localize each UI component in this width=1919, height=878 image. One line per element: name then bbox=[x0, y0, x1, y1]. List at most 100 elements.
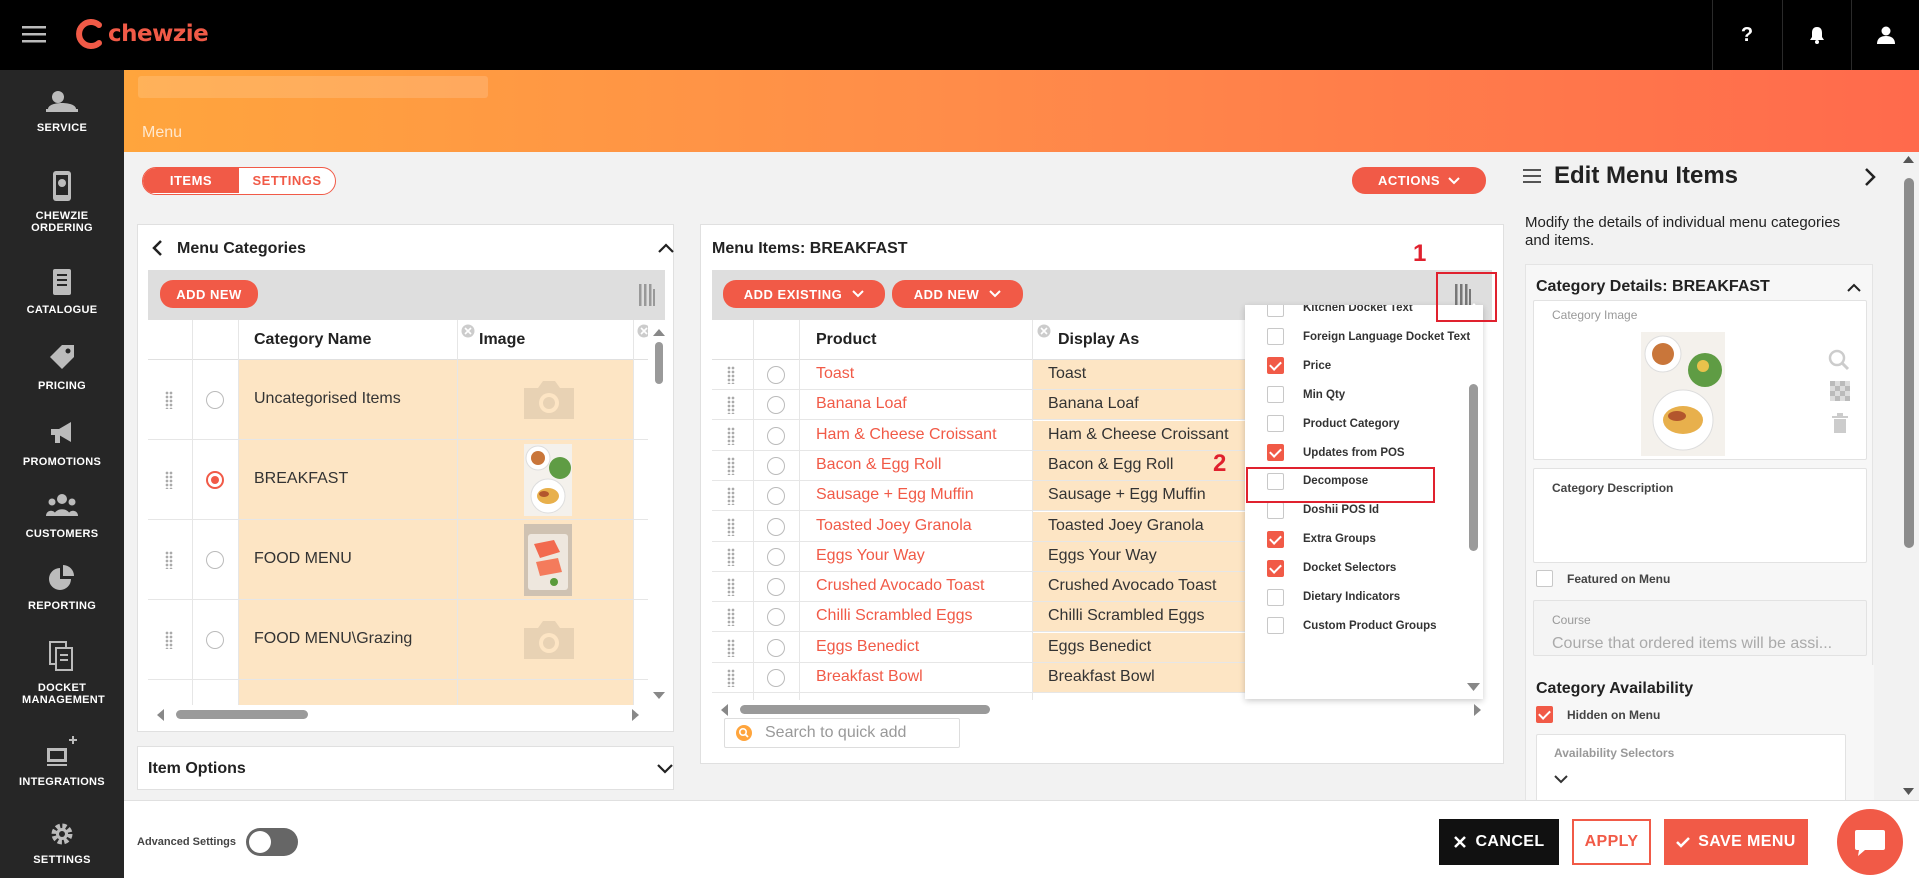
chevron-down-icon[interactable] bbox=[1554, 775, 1568, 784]
add-category-button[interactable]: ADD NEW bbox=[160, 280, 258, 308]
availability-selectors-field[interactable]: Availability Selectors bbox=[1536, 734, 1846, 800]
product-name[interactable]: Bacon & Egg Roll bbox=[816, 456, 941, 474]
column-option[interactable]: Extra Groups bbox=[1267, 524, 1376, 554]
nav-item-docket-management[interactable]: DOCKET MANAGEMENT bbox=[0, 640, 124, 706]
column-option[interactable]: Min Qty bbox=[1267, 380, 1345, 410]
drag-handle-icon[interactable] bbox=[727, 456, 735, 475]
row-radio[interactable] bbox=[767, 669, 785, 687]
menu-items-horizontal-scrollbar[interactable] bbox=[712, 700, 1492, 718]
row-radio[interactable] bbox=[206, 551, 224, 569]
nav-item-pricing[interactable]: PRICING bbox=[0, 342, 124, 392]
column-option[interactable]: Custom Product Groups bbox=[1267, 611, 1437, 641]
item-options-panel[interactable]: Item Options bbox=[137, 746, 674, 790]
table-row[interactable]: Chilli Scrambled Eggs Chilli Scrambled Eg… bbox=[712, 602, 1260, 633]
drag-handle-icon[interactable] bbox=[165, 471, 173, 489]
scroll-right-icon[interactable] bbox=[1474, 704, 1482, 716]
column-chooser-icon[interactable] bbox=[638, 283, 656, 307]
row-radio[interactable] bbox=[206, 391, 224, 409]
tab-items[interactable]: ITEMS bbox=[143, 168, 239, 193]
scroll-up-icon[interactable] bbox=[653, 328, 665, 336]
dropdown-scrollbar-thumb[interactable] bbox=[1469, 384, 1478, 551]
row-radio[interactable] bbox=[767, 396, 785, 415]
column-option-checkbox[interactable] bbox=[1267, 386, 1284, 404]
product-name[interactable]: Banana Loaf bbox=[816, 395, 907, 413]
table-row[interactable]: Crushed Avocado Toast Crushed Avocado Toa… bbox=[712, 572, 1260, 603]
nav-item-integrations[interactable]: INTEGRATIONS bbox=[0, 736, 124, 788]
column-option-checkbox[interactable] bbox=[1267, 357, 1284, 375]
scroll-down-icon[interactable] bbox=[653, 692, 665, 700]
column-option[interactable]: Price bbox=[1267, 351, 1331, 381]
table-row[interactable]: Uncategorised Items bbox=[148, 360, 648, 440]
row-radio[interactable] bbox=[767, 366, 785, 384]
table-row[interactable]: Eggs Benedict Eggs Benedict bbox=[712, 632, 1260, 663]
chat-button[interactable] bbox=[1837, 809, 1903, 875]
column-header-display-as[interactable]: Display As bbox=[1058, 331, 1139, 349]
drag-handle-icon[interactable] bbox=[727, 517, 735, 536]
tab-settings[interactable]: SETTINGS bbox=[239, 168, 335, 193]
drag-handle-icon[interactable] bbox=[165, 391, 173, 409]
nav-item-service[interactable]: SERVICE bbox=[0, 88, 124, 134]
column-option-checkbox[interactable] bbox=[1267, 617, 1284, 635]
product-name[interactable]: Toasted Joey Granola bbox=[816, 517, 972, 535]
table-row[interactable]: Sausage + Egg Muffin Sausage + Egg Muffin bbox=[712, 481, 1260, 512]
category-description-field[interactable]: Category Description bbox=[1533, 468, 1867, 563]
remove-column-icon[interactable] bbox=[637, 324, 648, 338]
scrollbar-thumb[interactable] bbox=[740, 705, 990, 714]
hidden-on-menu-checkbox[interactable] bbox=[1536, 706, 1553, 723]
actions-button[interactable]: ACTIONS bbox=[1352, 167, 1486, 194]
drag-handle-icon[interactable] bbox=[727, 366, 735, 384]
scrollbar-thumb[interactable] bbox=[176, 710, 308, 719]
column-option-checkbox[interactable] bbox=[1267, 444, 1284, 461]
column-option-checkbox[interactable] bbox=[1267, 415, 1284, 433]
product-name[interactable]: Sausage + Egg Muffin bbox=[816, 486, 974, 504]
column-option[interactable]: Dietary Indicators bbox=[1267, 582, 1400, 612]
expand-chevron-icon[interactable] bbox=[657, 764, 673, 774]
scroll-left-icon[interactable] bbox=[156, 709, 164, 721]
drag-handle-icon[interactable] bbox=[165, 551, 173, 569]
nav-item-customers[interactable]: CUSTOMERS bbox=[0, 490, 124, 540]
hamburger-menu-icon[interactable] bbox=[22, 24, 46, 46]
drag-handle-icon[interactable] bbox=[727, 426, 735, 445]
transparency-icon[interactable] bbox=[1830, 381, 1850, 401]
column-option[interactable]: Updates from POS bbox=[1267, 438, 1405, 468]
featured-checkbox[interactable] bbox=[1536, 570, 1553, 587]
column-option[interactable]: Product Category bbox=[1267, 409, 1400, 439]
remove-column-icon[interactable] bbox=[1037, 324, 1051, 338]
table-row[interactable]: FOOD MENU bbox=[148, 520, 648, 600]
product-name[interactable]: Ham & Cheese Croissant bbox=[816, 426, 997, 444]
scrollbar-thumb[interactable] bbox=[1904, 178, 1914, 548]
categories-vertical-scrollbar[interactable] bbox=[652, 320, 666, 710]
save-menu-button[interactable]: SAVE MENU bbox=[1664, 819, 1808, 865]
drag-handle-icon[interactable] bbox=[727, 608, 735, 627]
row-radio[interactable] bbox=[767, 608, 785, 627]
row-radio[interactable] bbox=[206, 631, 224, 649]
scroll-down-icon[interactable] bbox=[1467, 683, 1480, 692]
column-option-checkbox[interactable] bbox=[1267, 501, 1284, 519]
product-name[interactable]: Eggs Your Way bbox=[816, 547, 925, 565]
table-row[interactable]: Eggs Your Way Eggs Your Way bbox=[712, 541, 1260, 572]
column-option-checkbox[interactable] bbox=[1267, 588, 1284, 606]
quick-add-search-box[interactable]: Search to quick add bbox=[724, 718, 960, 748]
column-header-category-name[interactable]: Category Name bbox=[254, 331, 371, 349]
row-radio[interactable] bbox=[767, 517, 785, 536]
categories-horizontal-scrollbar[interactable] bbox=[148, 705, 648, 723]
add-existing-button[interactable]: ADD EXISTING bbox=[723, 280, 885, 308]
user-account-button[interactable] bbox=[1851, 0, 1919, 70]
column-option[interactable]: Docket Selectors bbox=[1267, 553, 1396, 583]
drag-handle-icon[interactable] bbox=[727, 396, 735, 415]
collapse-chevron-icon[interactable] bbox=[1847, 283, 1861, 292]
table-row[interactable]: Toasted Joey Granola Toasted Joey Granola bbox=[712, 511, 1260, 542]
column-header-image[interactable]: Image bbox=[479, 331, 525, 349]
product-name[interactable]: Crushed Avocado Toast bbox=[816, 577, 984, 595]
search-image-icon[interactable] bbox=[1828, 349, 1850, 371]
column-option[interactable]: Foreign Language Docket Text bbox=[1267, 322, 1470, 352]
scroll-up-icon[interactable] bbox=[1903, 156, 1914, 163]
row-radio[interactable] bbox=[767, 456, 785, 475]
panel-close-chevron-icon[interactable] bbox=[1864, 167, 1876, 187]
help-button[interactable]: ? bbox=[1712, 0, 1781, 70]
table-row[interactable]: FOOD MENU\Grazing bbox=[148, 600, 648, 680]
row-radio[interactable] bbox=[767, 547, 785, 566]
drag-handle-icon[interactable] bbox=[727, 669, 735, 687]
row-radio-selected[interactable] bbox=[206, 471, 224, 489]
column-header-product[interactable]: Product bbox=[816, 331, 876, 349]
